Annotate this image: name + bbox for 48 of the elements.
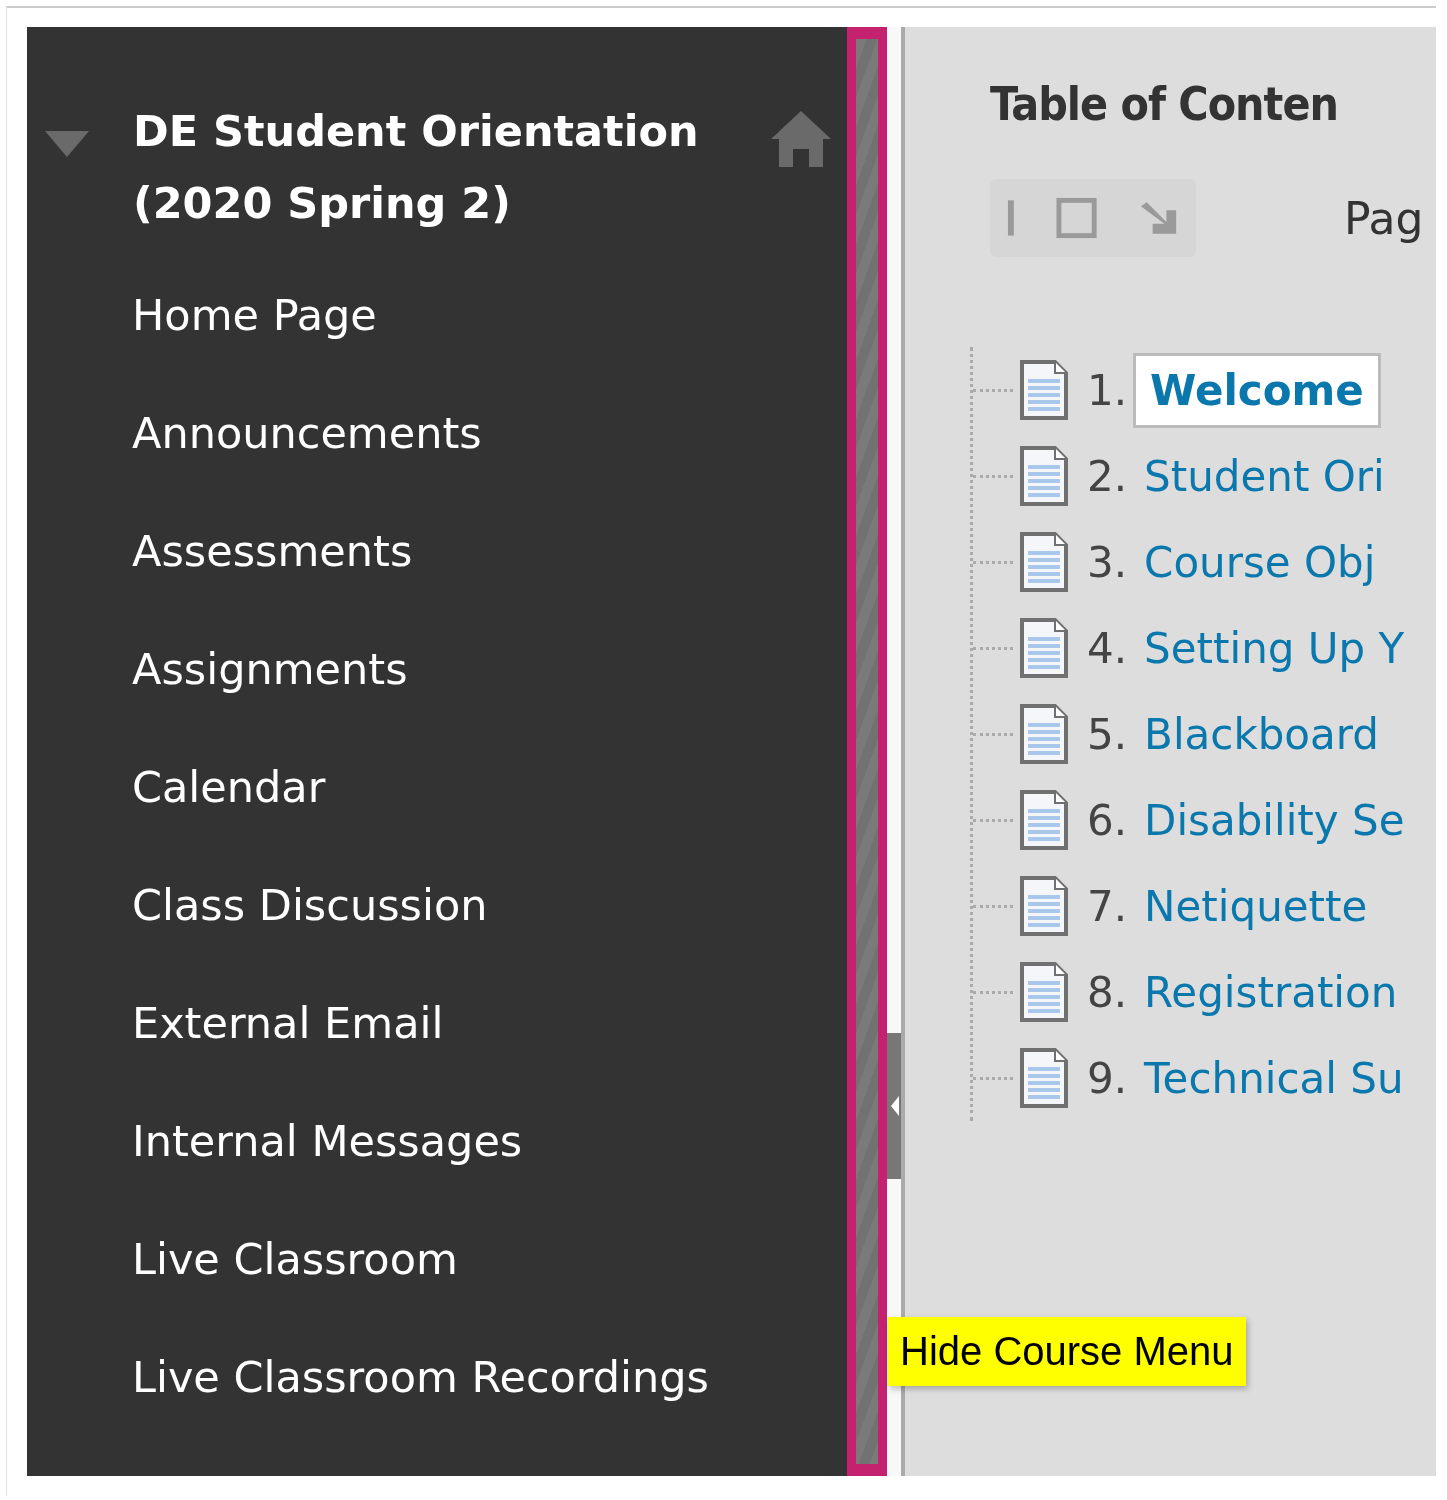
document-icon	[1019, 875, 1069, 937]
pager-label: Pag	[1344, 192, 1424, 244]
item-number: 4.	[1087, 623, 1128, 673]
course-menu-item[interactable]: Internal Messages	[27, 1081, 847, 1201]
toc-link[interactable]: Setting Up Y	[1137, 614, 1422, 682]
toc-link[interactable]: Course Obj	[1137, 528, 1393, 596]
square-icon[interactable]	[1055, 197, 1097, 239]
document-icon	[1019, 531, 1069, 593]
toc-link[interactable]: Registration	[1137, 958, 1415, 1026]
course-menu-item[interactable]: Home Page	[27, 255, 847, 375]
course-menu-item[interactable]: Assignments	[27, 609, 847, 729]
course-menu-item[interactable]: External Email	[27, 963, 847, 1083]
document-icon	[1019, 445, 1069, 507]
document-icon	[1019, 617, 1069, 679]
course-menu-item[interactable]: Calendar	[27, 727, 847, 847]
caret-icon[interactable]	[45, 131, 89, 157]
left-arrow-icon	[891, 1096, 899, 1116]
item-number: 1.	[1087, 365, 1128, 415]
page-heading: Table of Conten	[990, 77, 1339, 131]
course-menu-item[interactable]: Live Classroom Recordings	[27, 1317, 847, 1437]
item-number: 2.	[1087, 451, 1128, 501]
toc-link[interactable]: Technical Su	[1137, 1044, 1421, 1112]
item-number: 5.	[1087, 709, 1128, 759]
item-number: 6.	[1087, 795, 1128, 845]
course-menu-item[interactable]: Announcements	[27, 373, 847, 493]
course-title[interactable]: DE Student Orientation (2020 Spring 2)	[133, 95, 753, 239]
home-icon[interactable]	[769, 109, 833, 169]
item-number: 9.	[1087, 1053, 1128, 1103]
document-icon	[1019, 703, 1069, 765]
document-icon	[1019, 789, 1069, 851]
item-number: 7.	[1087, 881, 1128, 931]
course-menu-item[interactable]: Assessments	[27, 491, 847, 611]
toc-link[interactable]: Student Ori	[1137, 442, 1402, 510]
toc-link[interactable]: Welcome	[1133, 352, 1381, 428]
toc-link[interactable]: Netiquette	[1137, 872, 1385, 940]
collapse-tab[interactable]	[887, 1033, 901, 1179]
course-menu-item[interactable]: Class Discussion	[27, 845, 847, 965]
text-cursor-icon[interactable]	[1006, 198, 1016, 238]
item-number: 3.	[1087, 537, 1128, 587]
toc-link[interactable]: Blackboard	[1137, 700, 1396, 768]
toc-link[interactable]: Disability Se	[1137, 786, 1422, 854]
menu-divider-handle[interactable]	[847, 27, 887, 1476]
document-icon	[1019, 359, 1069, 421]
course-menu-item[interactable]: Live Classroom	[27, 1199, 847, 1319]
tooltip: Hide Course Menu	[888, 1317, 1246, 1386]
document-icon	[1019, 1047, 1069, 1109]
document-icon	[1019, 961, 1069, 1023]
item-number: 8.	[1087, 967, 1128, 1017]
